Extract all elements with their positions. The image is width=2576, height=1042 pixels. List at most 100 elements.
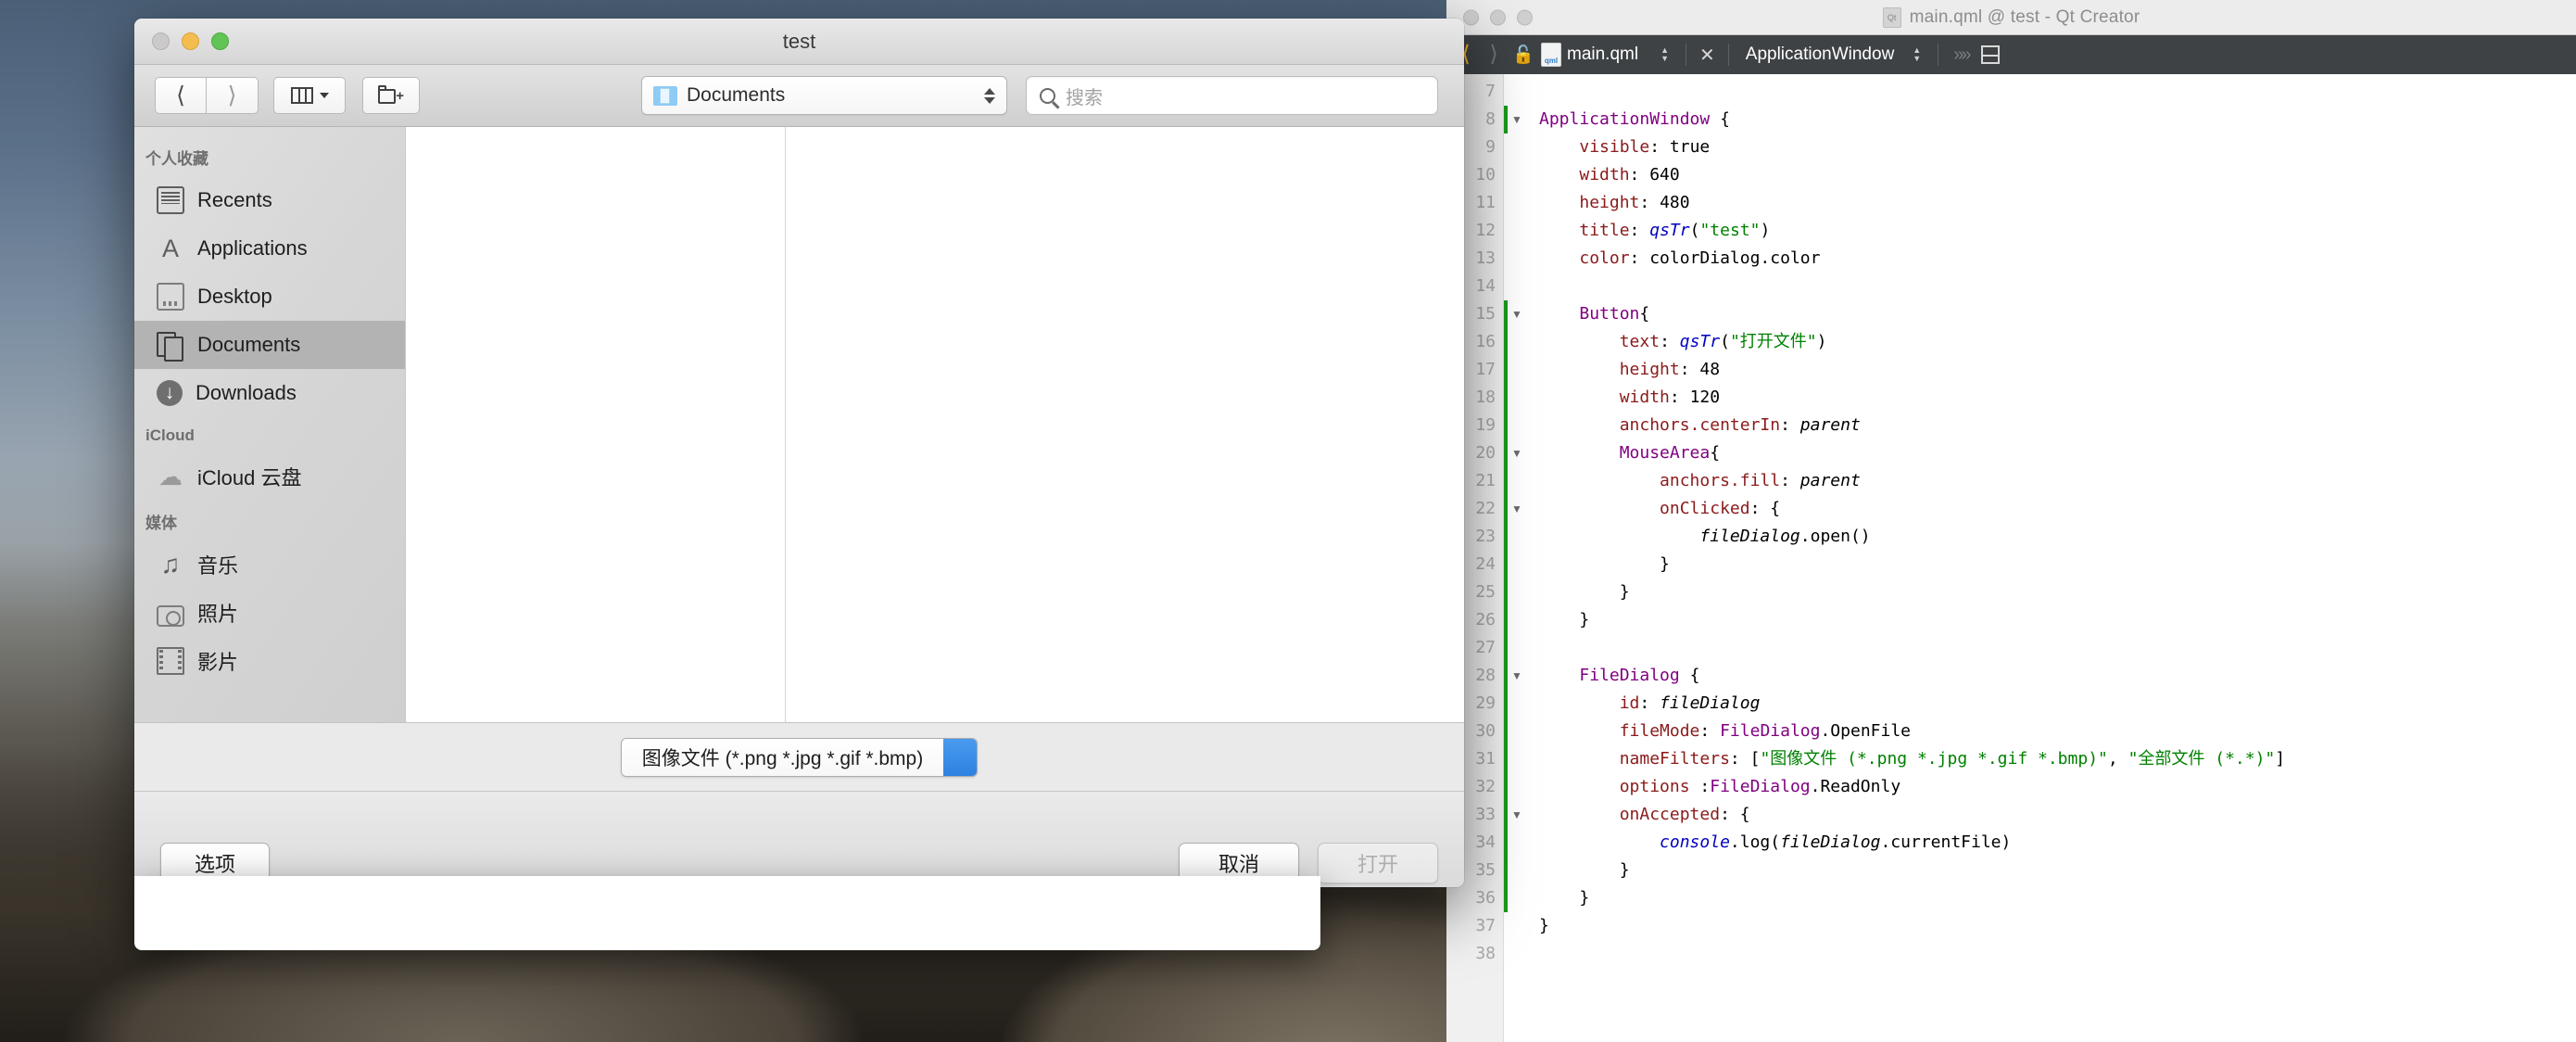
code-line[interactable]: color: colorDialog.color: [1539, 245, 2576, 273]
code-line[interactable]: MouseArea{: [1539, 439, 2576, 467]
search-input-placeholder[interactable]: 搜索: [1066, 83, 1103, 109]
sidebar-item-desktop[interactable]: Desktop: [134, 273, 405, 321]
chevrons-right-icon[interactable]: »»: [1946, 44, 1976, 66]
code-line[interactable]: options :FileDialog.ReadOnly: [1539, 773, 2576, 801]
code-line[interactable]: }: [1539, 884, 2576, 912]
minimize-button[interactable]: [182, 32, 199, 50]
code-line[interactable]: }: [1539, 857, 2576, 884]
code-token-plain: : 480: [1639, 193, 1690, 212]
fold-toggle-icon[interactable]: ▼: [1504, 300, 1530, 328]
close-document-button[interactable]: ✕: [1694, 44, 1721, 67]
recents-icon: [157, 186, 184, 214]
file-column-2[interactable]: [786, 127, 1464, 722]
code-line[interactable]: [1539, 273, 2576, 300]
change-indicator-bar: [1504, 74, 1508, 1042]
new-folder-icon: +: [378, 85, 404, 106]
sidebar-item-recents[interactable]: Recents: [134, 176, 405, 224]
open-file-name[interactable]: main.qml: [1567, 44, 1651, 65]
code-line[interactable]: title: qsTr("test"): [1539, 217, 2576, 245]
path-popup-button[interactable]: Documents: [641, 76, 1007, 115]
qt-close-button[interactable]: [1463, 9, 1479, 25]
file-browser-columns[interactable]: [406, 127, 1464, 722]
maximize-button[interactable]: [211, 32, 229, 50]
code-line[interactable]: height: 480: [1539, 189, 2576, 217]
sidebar-item-applications[interactable]: Applications: [134, 224, 405, 273]
code-line[interactable]: width: 640: [1539, 161, 2576, 189]
code-editor[interactable]: 7 8 9 10 11 12 13 14 15 16 17 18 19 20 21 22 23 24 25 26 27 2…: [1446, 74, 2576, 1042]
dialog-body: 个人收藏 Recents Applications Desktop Documents D…: [134, 127, 1464, 723]
code-line[interactable]: text: qsTr("打开文件"): [1539, 328, 2576, 356]
code-line[interactable]: console.log(fileDialog.currentFile): [1539, 829, 2576, 857]
sidebar-item-影片[interactable]: 影片: [134, 637, 405, 685]
filter-stepper-icon[interactable]: [943, 738, 978, 776]
sidebar-item-icloud-云盘[interactable]: iCloud 云盘: [134, 452, 405, 501]
column-view-icon: [290, 87, 313, 104]
code-line[interactable]: fileDialog.open(): [1539, 523, 2576, 551]
file-type-filter-select[interactable]: 图像文件 (*.png *.jpg *.gif *.bmp): [620, 737, 979, 777]
code-token-plain: :: [1699, 721, 1721, 741]
new-folder-button[interactable]: +: [362, 77, 420, 114]
fold-toggle-icon[interactable]: ▼: [1504, 662, 1530, 690]
search-field[interactable]: 搜索: [1026, 76, 1438, 115]
fold-toggle-icon[interactable]: ▼: [1504, 801, 1530, 829]
code-line[interactable]: visible: true: [1539, 133, 2576, 161]
close-button[interactable]: [152, 32, 170, 50]
code-line[interactable]: onClicked: {: [1539, 495, 2576, 523]
qt-window-controls[interactable]: [1463, 9, 1533, 25]
code-line[interactable]: [1539, 634, 2576, 662]
code-token-plain: }: [1539, 610, 1590, 629]
code-line[interactable]: id: fileDialog: [1539, 690, 2576, 718]
code-text-area[interactable]: ApplicationWindow { visible: true width:…: [1530, 74, 2576, 1042]
fold-marker-column[interactable]: ▼ ▼ ▼ ▼ ▼ ▼: [1504, 74, 1530, 1042]
code-line[interactable]: Button{: [1539, 300, 2576, 328]
code-line[interactable]: anchors.centerIn: parent: [1539, 412, 2576, 439]
code-line[interactable]: }: [1539, 606, 2576, 634]
back-button[interactable]: ⟨: [155, 77, 207, 114]
navigation-buttons[interactable]: ⟨ ⟩: [155, 77, 259, 114]
code-line[interactable]: fileMode: FileDialog.OpenFile: [1539, 718, 2576, 745]
code-line[interactable]: FileDialog {: [1539, 662, 2576, 690]
nav-forward-icon[interactable]: ⟩: [1480, 44, 1508, 66]
forward-button[interactable]: ⟩: [207, 77, 259, 114]
code-line[interactable]: [1539, 78, 2576, 106]
code-line[interactable]: }: [1539, 578, 2576, 606]
split-editor-icon[interactable]: [1981, 45, 2001, 64]
sidebar-item-照片[interactable]: 照片: [134, 589, 405, 637]
code-token-plain: (: [1720, 332, 1730, 351]
code-token-prop: fileMode: [1619, 721, 1700, 741]
code-line[interactable]: }: [1539, 551, 2576, 578]
symbol-selector[interactable]: ApplicationWindow: [1736, 44, 1904, 65]
code-line[interactable]: anchors.fill: parent: [1539, 467, 2576, 495]
code-line[interactable]: [1539, 940, 2576, 968]
fold-toggle-icon[interactable]: ▼: [1504, 439, 1530, 467]
file-dropdown-stepper[interactable]: ▲ ▼: [1661, 46, 1669, 63]
code-token-plain: : {: [1720, 805, 1750, 824]
view-mode-button[interactable]: [273, 77, 346, 114]
sidebar-item-音乐[interactable]: 音乐: [134, 540, 405, 589]
window-controls[interactable]: [152, 32, 229, 50]
code-line[interactable]: onAccepted: {: [1539, 801, 2576, 829]
fold-toggle-icon[interactable]: ▼: [1504, 495, 1530, 523]
qt-maximize-button[interactable]: [1517, 9, 1533, 25]
symbol-dropdown-stepper[interactable]: ▲ ▼: [1913, 46, 1921, 63]
downloads-icon: [157, 380, 183, 406]
sidebar-item-documents[interactable]: Documents: [134, 321, 405, 369]
code-line[interactable]: }: [1539, 912, 2576, 940]
code-line[interactable]: ApplicationWindow {: [1539, 106, 2576, 133]
qt-minimize-button[interactable]: [1490, 9, 1506, 25]
sidebar[interactable]: 个人收藏 Recents Applications Desktop Documents D…: [134, 127, 406, 722]
code-token-plain: }: [1539, 554, 1670, 574]
code-line[interactable]: height: 48: [1539, 356, 2576, 384]
file-column-1[interactable]: [406, 127, 786, 722]
code-token-prop: width: [1579, 165, 1630, 184]
file-open-dialog[interactable]: test ⟨ ⟩ + Documents 搜索 个人收藏 Recents A A…: [134, 19, 1464, 887]
unlocked-icon[interactable]: 🔓: [1508, 44, 1539, 66]
code-line[interactable]: width: 120: [1539, 384, 2576, 412]
sidebar-item-downloads[interactable]: Downloads: [134, 369, 405, 417]
code-line[interactable]: nameFilters: ["图像文件 (*.png *.jpg *.gif *…: [1539, 745, 2576, 773]
fold-toggle-icon[interactable]: ▼: [1504, 106, 1530, 133]
